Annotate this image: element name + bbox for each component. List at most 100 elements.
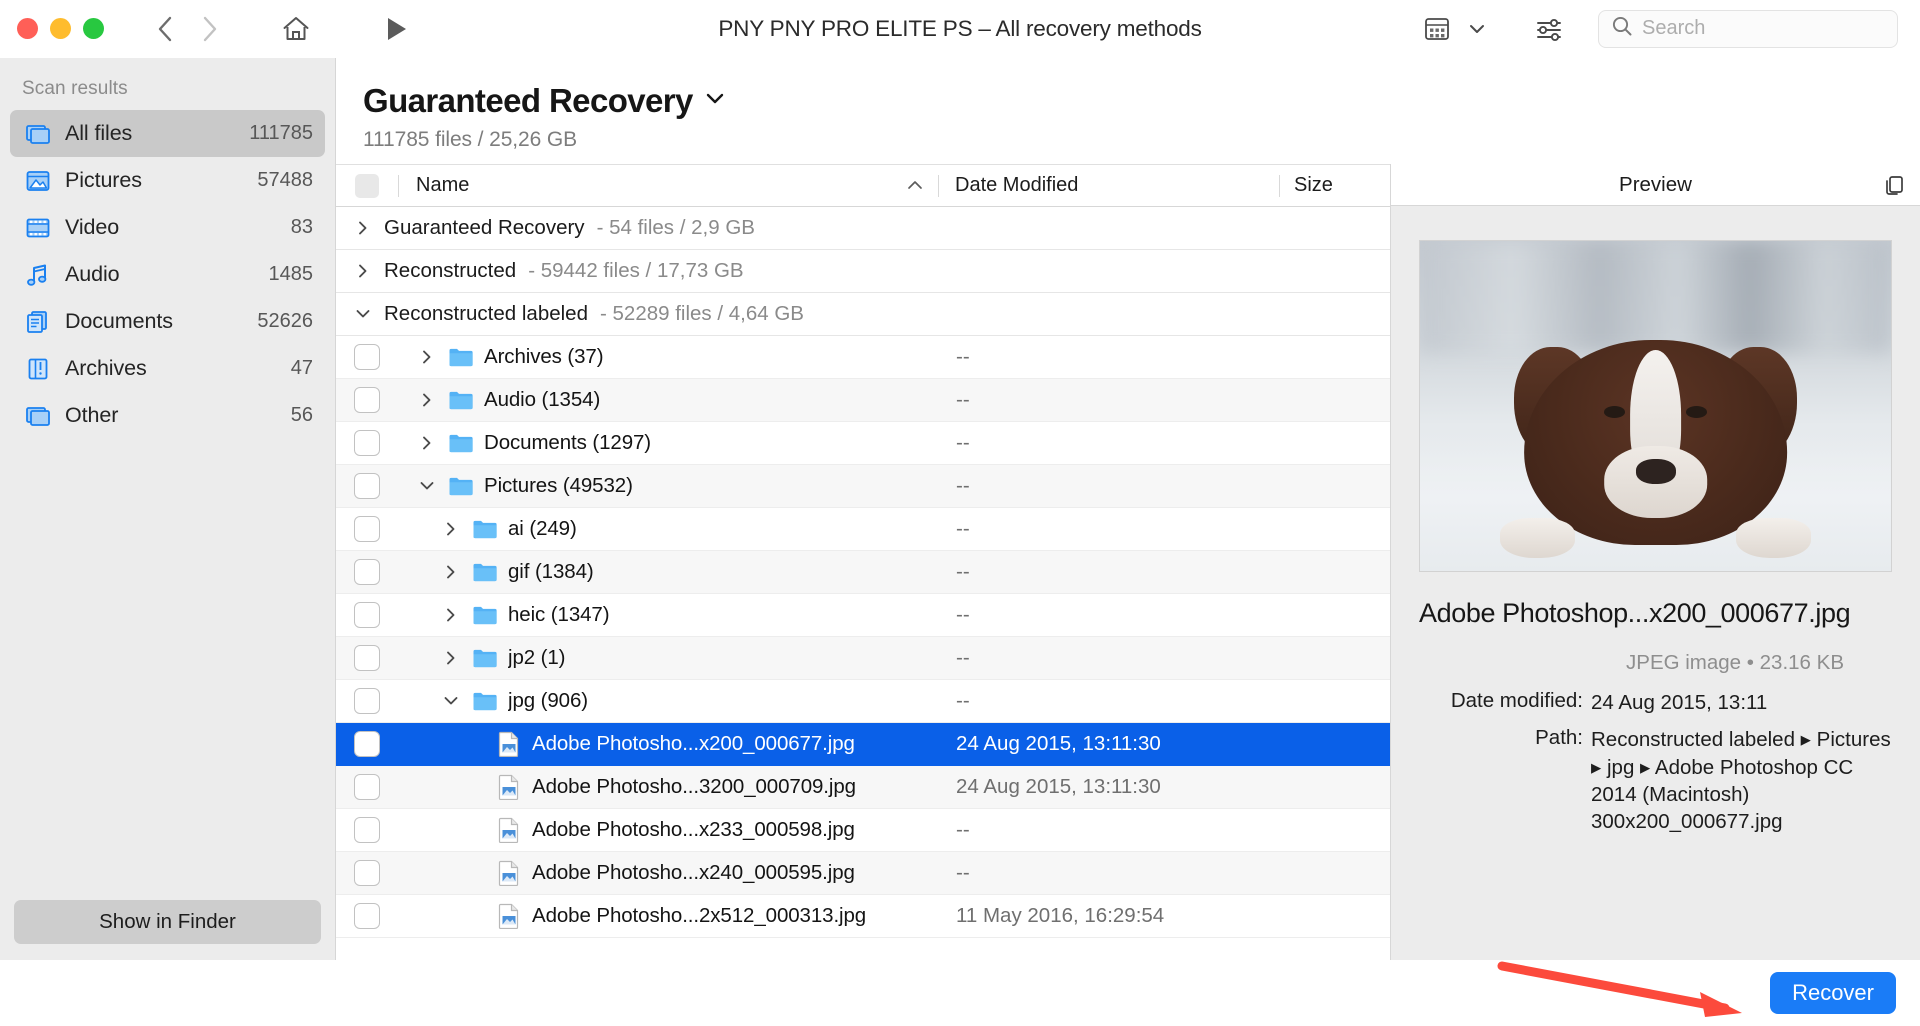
chevron-right-icon[interactable] <box>354 263 372 279</box>
chevron-right-icon[interactable] <box>416 349 438 365</box>
row-checkbox[interactable] <box>336 645 398 671</box>
group-name: Reconstructed labeled <box>384 302 588 325</box>
chevron-right-icon[interactable] <box>440 650 462 666</box>
sidebar-item-other[interactable]: Other 56 <box>10 392 325 439</box>
column-header-size[interactable]: Size <box>1280 174 1390 197</box>
sidebar-item-video[interactable]: Video 83 <box>10 204 325 251</box>
copy-icon[interactable] <box>1880 171 1908 199</box>
show-in-finder-button[interactable]: Show in Finder <box>14 900 321 944</box>
image-file-icon <box>496 860 522 886</box>
row-checkbox[interactable] <box>336 860 398 886</box>
row-date: -- <box>956 474 970 497</box>
table-row[interactable]: ai (249) -- <box>336 508 1390 551</box>
table-group-row[interactable]: Reconstructed labeled - 52289 files / 4,6… <box>336 293 1390 336</box>
table-row[interactable]: gif (1384) -- <box>336 551 1390 594</box>
column-header-date[interactable]: Date Modified <box>939 174 1279 197</box>
sidebar-item-label: All files <box>65 121 133 145</box>
table-row[interactable]: Adobe Photosho...3200_000709.jpg 24 Aug 2… <box>336 766 1390 809</box>
chevron-down-icon[interactable] <box>416 478 438 494</box>
row-checkbox[interactable] <box>336 688 398 714</box>
row-name-cell: Adobe Photosho...x233_000598.jpg <box>398 817 940 843</box>
grid-view-icon[interactable] <box>1420 12 1454 46</box>
chevron-right-icon[interactable] <box>416 392 438 408</box>
row-checkbox[interactable] <box>336 774 398 800</box>
sliders-icon[interactable] <box>1532 12 1566 46</box>
row-name-cell: Adobe Photosho...3200_000709.jpg <box>398 774 940 800</box>
search-box[interactable] <box>1598 9 1898 48</box>
table-row[interactable]: Audio (1354) -- <box>336 379 1390 422</box>
table-group-row[interactable]: Guaranteed Recovery - 54 files / 2,9 GB <box>336 207 1390 250</box>
close-button[interactable] <box>17 18 38 39</box>
sidebar-item-label: Audio <box>65 262 120 286</box>
row-name-cell: Archives (37) <box>398 344 940 370</box>
row-checkbox[interactable] <box>336 473 398 499</box>
table-row[interactable]: Adobe Photosho...x240_000595.jpg -- <box>336 852 1390 895</box>
select-all-checkbox[interactable] <box>336 173 398 198</box>
row-date: -- <box>956 560 970 583</box>
checkbox-icon <box>354 774 380 800</box>
row-date: -- <box>956 818 970 841</box>
table-row[interactable]: Adobe Photosho...x200_000677.jpg 24 Aug 2… <box>336 723 1390 766</box>
sidebar-item-pictures[interactable]: Pictures 57488 <box>10 157 325 204</box>
all-files-icon <box>24 120 51 147</box>
row-name-cell: Audio (1354) <box>398 387 940 413</box>
recover-button[interactable]: Recover <box>1770 972 1896 1014</box>
checkbox-icon <box>354 473 380 499</box>
row-label: Adobe Photosho...x200_000677.jpg <box>532 732 855 755</box>
table-row[interactable]: Documents (1297) -- <box>336 422 1390 465</box>
sidebar-item-all-files[interactable]: All files 111785 <box>10 110 325 157</box>
sidebar: Scan results All files 111785 Pictures 5748… <box>0 58 336 960</box>
annotation-arrow-icon <box>1497 961 1742 1017</box>
chevron-down-icon[interactable] <box>440 693 462 709</box>
image-file-icon <box>496 731 522 757</box>
preview-title: Preview <box>1619 172 1692 196</box>
row-checkbox[interactable] <box>336 430 398 456</box>
preview-panel: Preview Adobe Photoshop...x200_000677.jp… <box>1390 164 1920 960</box>
zoom-button[interactable] <box>83 18 104 39</box>
sidebar-item-documents[interactable]: Documents 52626 <box>10 298 325 345</box>
main-title-row[interactable]: Guaranteed Recovery <box>363 82 1920 120</box>
preview-path-row: Path: Reconstructed labeled ▸ Pictures ▸… <box>1419 726 1892 835</box>
main-panel: Guaranteed Recovery 111785 files / 25,26… <box>336 58 1920 960</box>
table-row[interactable]: jpg (906) -- <box>336 680 1390 723</box>
table-row[interactable]: jp2 (1) -- <box>336 637 1390 680</box>
sidebar-item-label: Video <box>65 215 120 239</box>
sidebar-item-count: 47 <box>290 357 313 379</box>
sidebar-item-archives[interactable]: Archives 47 <box>10 345 325 392</box>
minimize-button[interactable] <box>50 18 71 39</box>
column-header-name[interactable]: Name <box>399 174 938 197</box>
row-checkbox[interactable] <box>336 344 398 370</box>
view-mode-control[interactable] <box>1420 12 1494 46</box>
chevron-right-icon[interactable] <box>416 435 438 451</box>
dog-photo <box>1420 241 1891 571</box>
content-split: Name Date Modified Size Guaranteed Recov… <box>336 164 1920 960</box>
row-checkbox[interactable] <box>336 516 398 542</box>
search-input[interactable] <box>1642 17 1885 40</box>
row-checkbox[interactable] <box>336 602 398 628</box>
chevron-down-icon[interactable] <box>703 90 727 113</box>
chevron-right-icon[interactable] <box>440 564 462 580</box>
home-button[interactable] <box>276 9 316 49</box>
row-checkbox[interactable] <box>336 817 398 843</box>
chevron-down-icon[interactable] <box>354 306 372 322</box>
chevron-right-icon[interactable] <box>354 220 372 236</box>
row-checkbox[interactable] <box>336 903 398 929</box>
chevron-right-icon[interactable] <box>440 521 462 537</box>
chevron-right-icon[interactable] <box>440 607 462 623</box>
folder-icon <box>472 645 498 671</box>
forward-button[interactable] <box>192 12 226 46</box>
row-checkbox[interactable] <box>336 387 398 413</box>
play-button[interactable] <box>380 12 414 46</box>
row-checkbox[interactable] <box>336 731 398 757</box>
table-row[interactable]: Adobe Photosho...2x512_000313.jpg 11 May … <box>336 895 1390 938</box>
table-row[interactable]: heic (1347) -- <box>336 594 1390 637</box>
sidebar-item-audio[interactable]: Audio 1485 <box>10 251 325 298</box>
chevron-down-icon[interactable] <box>1460 12 1494 46</box>
sidebar-item-count: 57488 <box>257 169 313 191</box>
back-button[interactable] <box>148 12 182 46</box>
row-checkbox[interactable] <box>336 559 398 585</box>
table-row[interactable]: Archives (37) -- <box>336 336 1390 379</box>
table-row[interactable]: Adobe Photosho...x233_000598.jpg -- <box>336 809 1390 852</box>
table-row[interactable]: Pictures (49532) -- <box>336 465 1390 508</box>
table-group-row[interactable]: Reconstructed - 59442 files / 17,73 GB <box>336 250 1390 293</box>
